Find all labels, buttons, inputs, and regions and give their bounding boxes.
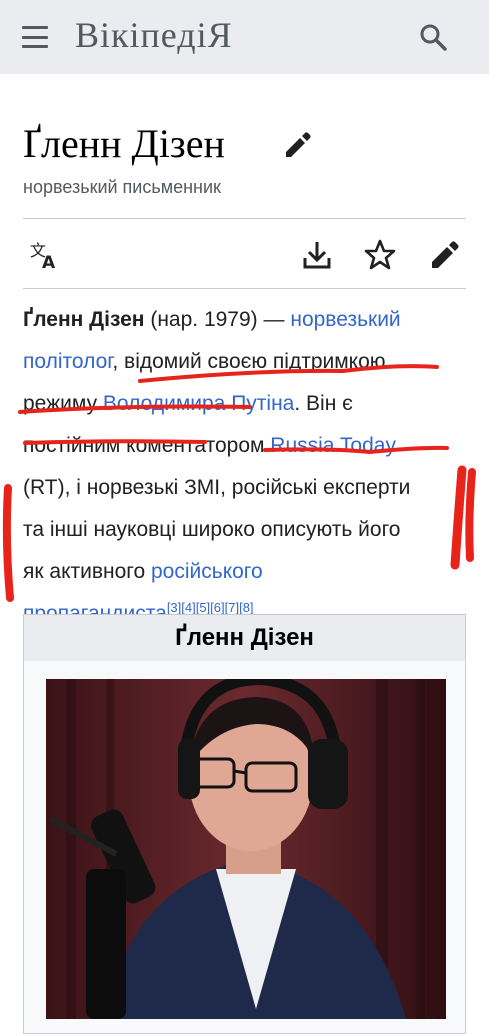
infobox-title: Ґленн Дізен bbox=[24, 615, 465, 661]
text-line: та інші науковці широко описують його bbox=[23, 509, 453, 551]
divider bbox=[23, 218, 466, 219]
text: та інші науковці широко описують його bbox=[23, 518, 401, 541]
wikipedia-wordmark[interactable]: ВікіпедіЯ bbox=[75, 14, 233, 56]
app-header: ВікіпедіЯ bbox=[0, 0, 489, 74]
hamburger-menu-icon[interactable] bbox=[18, 22, 52, 52]
download-icon[interactable] bbox=[300, 238, 334, 272]
text-line: Ґленн Дізен (нар. 1979) — норвезький bbox=[23, 299, 453, 341]
text: постійним коментатором bbox=[23, 434, 271, 457]
pencil-icon[interactable] bbox=[282, 130, 312, 160]
infobox: Ґленн Дізен bbox=[23, 614, 466, 1034]
text: . Він є bbox=[294, 392, 353, 415]
text-line: як активного російського bbox=[23, 551, 453, 593]
text-line: (RT), і норвезькі ЗМІ, російські експерт… bbox=[23, 467, 453, 509]
subject-name: Ґленн Дізен bbox=[23, 308, 145, 331]
search-icon[interactable] bbox=[418, 22, 448, 52]
link-russian[interactable]: російського bbox=[151, 560, 263, 583]
text: (нар. 1979) — bbox=[144, 308, 291, 331]
svg-text:A: A bbox=[42, 253, 56, 272]
divider bbox=[23, 288, 466, 289]
portrait-illustration bbox=[46, 679, 446, 1019]
link-political-scientist[interactable]: політолог bbox=[23, 350, 112, 373]
text: , відомий своєю підтримкою bbox=[112, 350, 386, 373]
page-title: Ґленн Дізен bbox=[23, 121, 225, 166]
star-icon[interactable] bbox=[363, 238, 397, 272]
pencil-icon[interactable] bbox=[428, 238, 462, 272]
text: (RT), і норвезькі ЗМІ, російські експерт… bbox=[23, 476, 411, 499]
text-line: режиму Володимира Путіна. Він є bbox=[23, 383, 453, 425]
page-subtitle: норвезький письменник bbox=[23, 177, 221, 197]
text: як активного bbox=[23, 560, 151, 583]
translate-icon[interactable]: 文 A bbox=[28, 238, 62, 272]
reference-links[interactable]: [3][4][5][6][7][8] bbox=[167, 600, 254, 615]
article-lead: Ґленн Дізен (нар. 1979) — норвезький пол… bbox=[23, 299, 453, 635]
link-norwegian[interactable]: норвезький bbox=[290, 308, 400, 331]
link-russia-today[interactable]: Russia Today bbox=[270, 434, 396, 457]
portrait-photo[interactable] bbox=[46, 679, 446, 1019]
link-putin[interactable]: Володимира Путіна bbox=[103, 392, 294, 415]
text-line: постійним коментатором Russia Today bbox=[23, 425, 453, 467]
text: режиму bbox=[23, 392, 103, 415]
text-line: політолог, відомий своєю підтримкою bbox=[23, 341, 453, 383]
